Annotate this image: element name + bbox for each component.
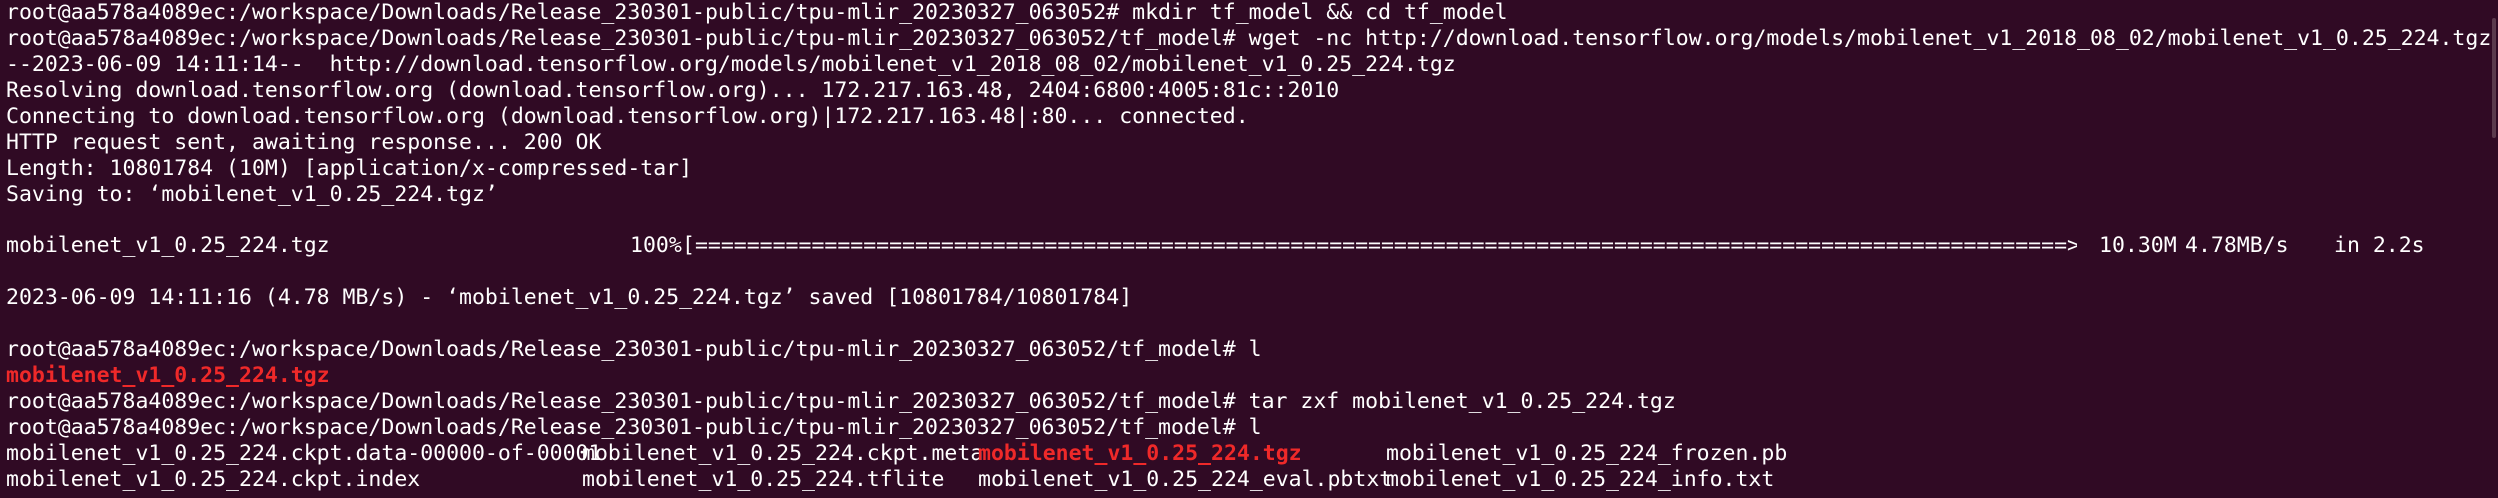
scrollbar-thumb[interactable] (2492, 18, 2496, 138)
terminal-line-length: Length: 10801784 (10M) [application/x-co… (6, 156, 693, 181)
file-archive-tgz: mobilenet_v1_0.25_224.tgz (6, 363, 330, 388)
terminal-line-mkdir: root@aa578a4089ec:/workspace/Downloads/R… (6, 0, 1508, 25)
terminal-scrollbar[interactable] (2488, 0, 2498, 498)
terminal-line-connecting: Connecting to download.tensorflow.org (d… (6, 104, 1249, 129)
terminal-window[interactable]: root@aa578a4089ec:/workspace/Downloads/R… (0, 0, 2498, 498)
file-tflite: mobilenet_v1_0.25_224.tflite (582, 467, 945, 492)
file-ckpt-data: mobilenet_v1_0.25_224.ckpt.data-00000-of… (6, 441, 602, 466)
terminal-line-http-response: HTTP request sent, awaiting response... … (6, 130, 602, 155)
terminal-line-resolving: Resolving download.tensorflow.org (downl… (6, 78, 1340, 103)
terminal-line-wget-start: --2023-06-09 14:11:14-- http://download.… (6, 52, 1456, 77)
terminal-line-wget: root@aa578a4089ec:/workspace/Downloads/R… (6, 26, 2492, 51)
terminal-line-ls-2: root@aa578a4089ec:/workspace/Downloads/R… (6, 415, 1262, 440)
file-eval-pbtxt: mobilenet_v1_0.25_224_eval.pbtxt (978, 467, 1393, 492)
progress-size: 10.30M (2099, 233, 2177, 258)
file-info-txt: mobilenet_v1_0.25_224_info.txt (1386, 467, 1775, 492)
terminal-line-ls: root@aa578a4089ec:/workspace/Downloads/R… (6, 337, 1262, 362)
terminal-line-saving: Saving to: ‘mobilenet_v1_0.25_224.tgz’ (6, 182, 498, 207)
file-ckpt-index: mobilenet_v1_0.25_224.ckpt.index (6, 467, 421, 492)
terminal-line-saved: 2023-06-09 14:11:16 (4.78 MB/s) - ‘mobil… (6, 285, 1133, 310)
file-frozen-pb: mobilenet_v1_0.25_224_frozen.pb (1386, 441, 1788, 466)
progress-filename: mobilenet_v1_0.25_224.tgz (6, 233, 330, 258)
file-tgz: mobilenet_v1_0.25_224.tgz (978, 441, 1302, 466)
progress-speed: 4.78MB/s (2185, 233, 2289, 258)
terminal-line-tar: root@aa578a4089ec:/workspace/Downloads/R… (6, 389, 1676, 414)
file-ckpt-meta: mobilenet_v1_0.25_224.ckpt.meta (582, 441, 984, 466)
progress-bar: [=======================================… (682, 233, 2077, 258)
progress-percent: 100% (630, 233, 682, 258)
progress-eta: in 2.2s (2334, 233, 2425, 258)
